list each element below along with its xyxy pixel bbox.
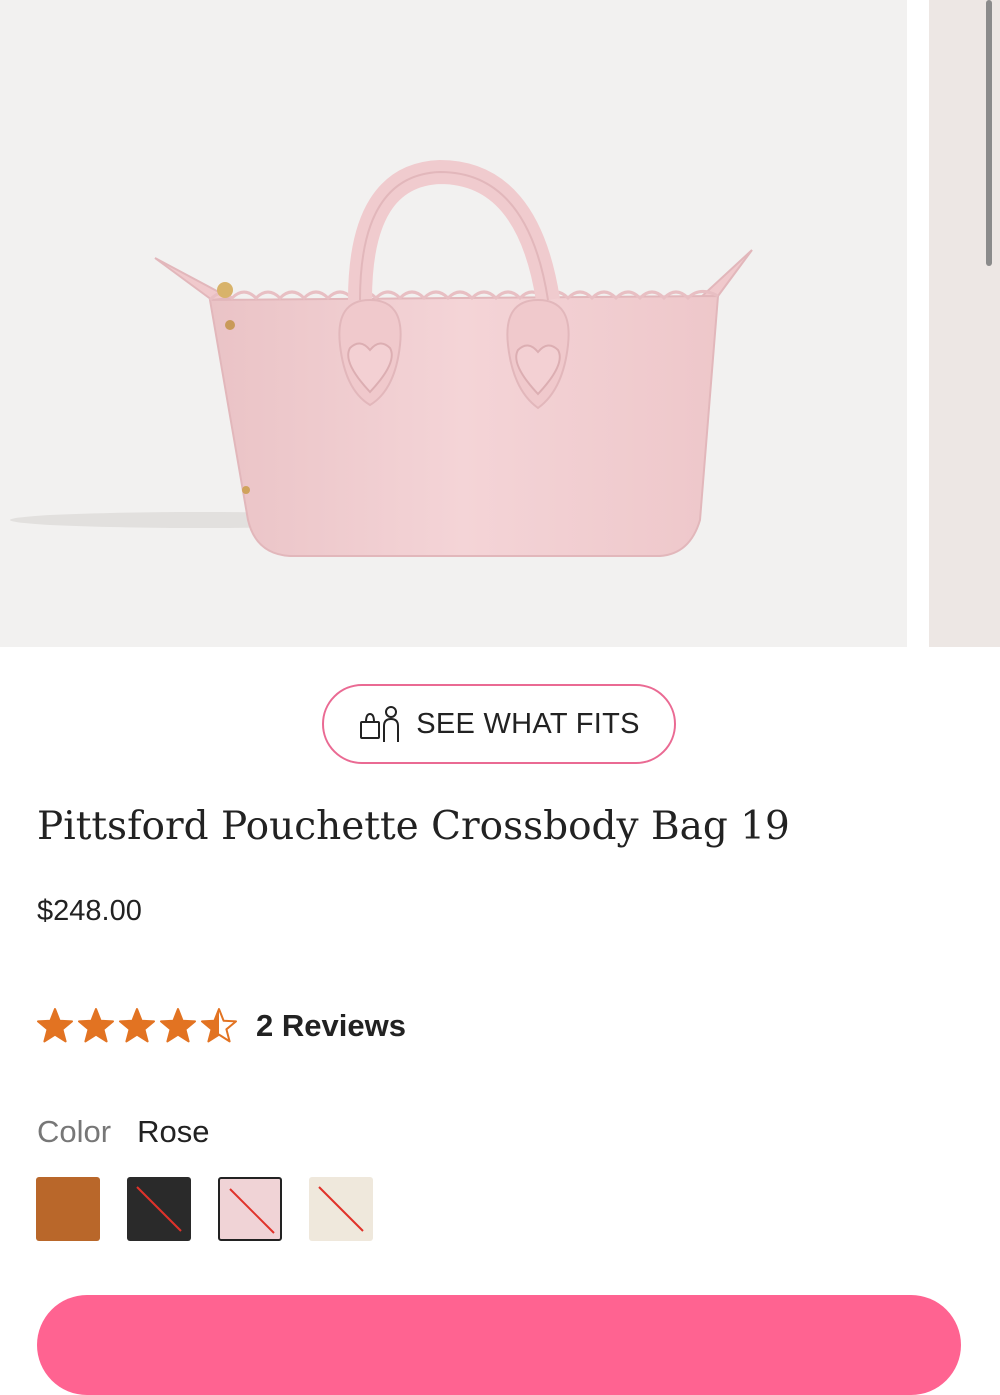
rating-row: 2 Reviews [36,1004,406,1048]
color-swatches [36,1177,373,1241]
selected-color-name: Rose [137,1114,210,1149]
bag-person-icon [360,706,400,742]
unavailable-slash-icon [318,1186,364,1232]
star-full-icon [119,1008,155,1043]
add-to-bag-button[interactable] [37,1295,961,1395]
star-full-icon [160,1008,196,1043]
reviews-link[interactable]: 2 Reviews [256,1008,406,1044]
star-half-icon [201,1008,237,1043]
color-swatch-cognac[interactable] [36,1177,100,1241]
color-label: Color [37,1114,112,1149]
color-swatch-rose[interactable] [218,1177,282,1241]
unavailable-slash-icon [136,1186,182,1232]
product-price: $248.00 [37,895,142,927]
color-swatch-black[interactable] [127,1177,191,1241]
pink-tote-bag-image [10,159,753,557]
scrollbar[interactable] [986,0,992,266]
product-image[interactable] [0,0,907,647]
star-full-icon [78,1008,114,1043]
product-title: Pittsford Pouchette Crossbody Bag 19 [37,804,790,849]
color-selection-label: Color Rose [37,1114,209,1150]
color-swatch-cream[interactable] [309,1177,373,1241]
star-full-icon [37,1008,73,1043]
product-image-gallery[interactable] [0,0,1000,647]
unavailable-slash-icon [229,1188,275,1234]
rating-stars[interactable] [36,1007,238,1045]
see-what-fits-label: SEE WHAT FITS [416,707,640,740]
see-what-fits-button[interactable]: SEE WHAT FITS [322,684,676,764]
